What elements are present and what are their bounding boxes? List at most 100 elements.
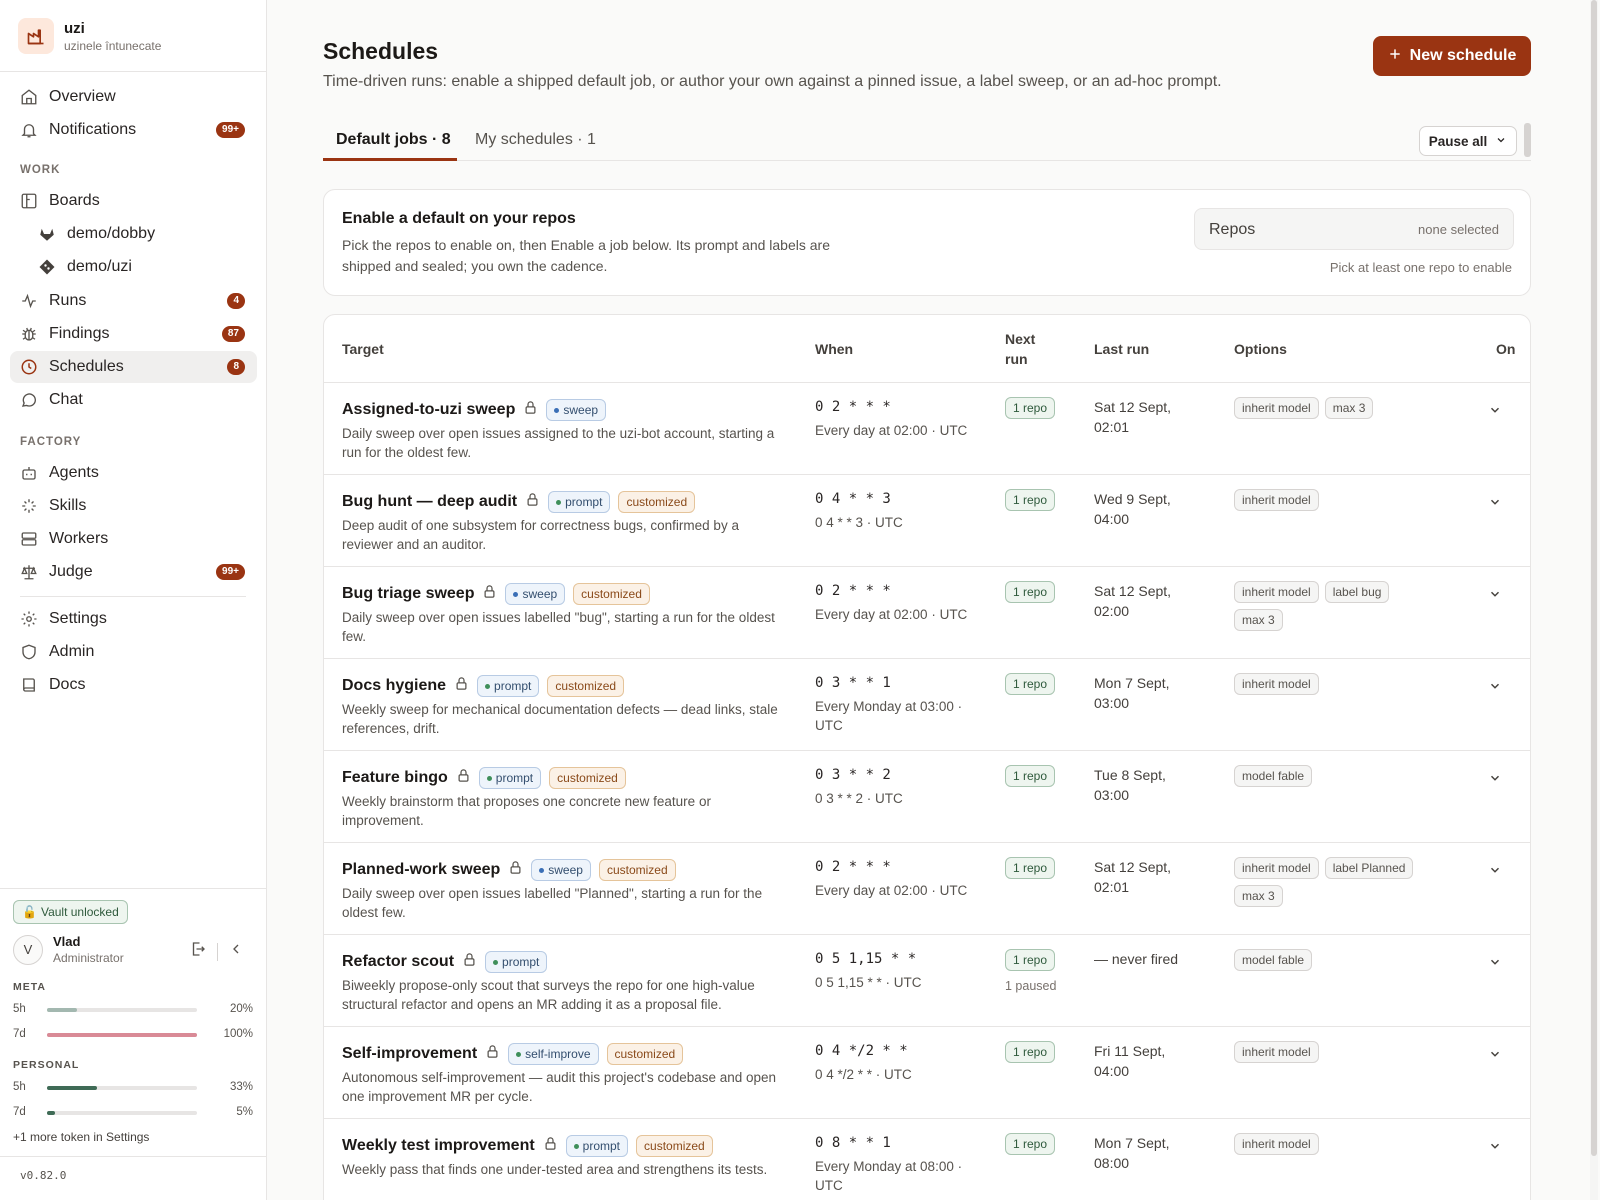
schedule-description: Weekly pass that finds one under-tested …: [342, 1162, 768, 1177]
repos-picker[interactable]: Repos none selected: [1194, 208, 1514, 250]
nav-schedules[interactable]: Schedules 8: [10, 351, 257, 383]
bug-icon: [20, 325, 38, 343]
nav-chat[interactable]: Chat: [10, 384, 257, 416]
schedule-name: Weekly test improvement: [342, 1137, 535, 1154]
lock-icon: [485, 1044, 500, 1064]
chevron-down-icon[interactable]: [1488, 495, 1502, 509]
chevron-down-icon[interactable]: [1488, 863, 1502, 877]
next-run-badge[interactable]: 1 repo: [1005, 1041, 1056, 1063]
next-run-badge[interactable]: 1 repo: [1005, 673, 1056, 695]
vault-status-badge[interactable]: 🔓 Vault unlocked: [13, 900, 128, 924]
nav-overview[interactable]: Overview: [10, 81, 257, 113]
nav-admin[interactable]: Admin: [10, 636, 257, 668]
section-work: WORK: [20, 164, 61, 176]
chevron-down-icon: [1495, 134, 1507, 149]
chevron-down-icon[interactable]: [1488, 1139, 1502, 1153]
options-list: inherit model: [1234, 489, 1434, 511]
table-row[interactable]: Self-improvement self-improve customized …: [324, 1026, 1530, 1118]
nav-board-dobby[interactable]: demo/dobby: [10, 218, 257, 250]
meter-value: 33%: [229, 1081, 253, 1093]
next-run-badge[interactable]: 1 repo: [1005, 1133, 1056, 1155]
factory-logo-icon: [18, 18, 54, 54]
collapse-sidebar-icon[interactable]: [228, 941, 244, 962]
nav-docs[interactable]: Docs: [10, 669, 257, 701]
table-row[interactable]: Feature bingo prompt customized Weekly br…: [324, 750, 1530, 842]
avatar[interactable]: V: [13, 934, 43, 965]
enable-default-card: Enable a default on your repos Pick the …: [323, 189, 1531, 296]
brand[interactable]: uzi uzinele întunecate: [18, 18, 161, 54]
scrollbar-thumb[interactable]: [1591, 0, 1597, 1156]
kind-label: prompt: [495, 771, 534, 785]
nav-board-uzi[interactable]: demo/uzi: [10, 251, 257, 283]
customized-badge: customized: [573, 583, 650, 605]
next-run-badge[interactable]: 1 repo: [1005, 397, 1056, 419]
schedule-description: Weekly sweep for mechanical documentatio…: [342, 702, 778, 736]
plus-icon: [1388, 47, 1402, 66]
nav-notifications[interactable]: Notifications 99+: [10, 114, 257, 146]
table-row[interactable]: Refactor scout prompt Biweekly propose-o…: [324, 934, 1530, 1026]
option-badge: inherit model: [1234, 1133, 1319, 1155]
nav-boards[interactable]: Boards: [10, 185, 257, 217]
divider: [0, 71, 266, 72]
schedule-description: Deep audit of one subsystem for correctn…: [342, 518, 739, 552]
cron-expression: 0 4 * * 3: [815, 491, 891, 507]
options-list: model fable: [1234, 765, 1434, 787]
meter-fill: [47, 1008, 77, 1012]
tabs-scrollbar[interactable]: [1524, 123, 1531, 157]
kind-badge: self-improve: [508, 1043, 599, 1065]
tab-my-schedules[interactable]: My schedules · 1: [475, 131, 596, 149]
last-run: Sat 12 Sept, 02:01: [1094, 399, 1172, 435]
table-row[interactable]: Docs hygiene prompt customized Weekly swe…: [324, 658, 1530, 750]
kind-badge: sweep: [505, 583, 566, 605]
nav-agents[interactable]: Agents: [10, 457, 257, 489]
user-profile: V Vlad Administrator: [13, 934, 253, 965]
page-scrollbar[interactable]: [1590, 0, 1598, 1200]
table-row[interactable]: Assigned-to-uzi sweep sweep Daily sweep …: [324, 382, 1530, 474]
next-run-badge[interactable]: 1 repo: [1005, 949, 1056, 971]
chevron-down-icon[interactable]: [1488, 403, 1502, 417]
table-row[interactable]: Bug triage sweep sweep customized Daily s…: [324, 566, 1530, 658]
next-run-badge[interactable]: 1 repo: [1005, 857, 1056, 879]
chevron-down-icon[interactable]: [1488, 587, 1502, 601]
kind-dot-icon: [513, 591, 519, 597]
meter-track: [47, 1086, 197, 1090]
active-tab-indicator: [323, 158, 457, 161]
next-run-badge[interactable]: 1 repo: [1005, 765, 1056, 787]
kind-label: prompt: [582, 1139, 621, 1153]
git-icon: [38, 258, 56, 276]
next-run-badge[interactable]: 1 repo: [1005, 489, 1056, 511]
chevron-down-icon[interactable]: [1488, 771, 1502, 785]
server-icon: [20, 530, 38, 548]
findings-badge: 87: [221, 326, 245, 342]
nav-settings[interactable]: Settings: [10, 603, 257, 635]
kind-label: sweep: [522, 587, 558, 601]
judge-badge: 99+: [216, 564, 245, 580]
logout-icon[interactable]: [189, 940, 207, 963]
more-tokens-link[interactable]: +1 more token in Settings: [13, 1130, 149, 1144]
nav-label: Admin: [49, 643, 95, 660]
column-header-options: Options: [1234, 341, 1287, 357]
kind-dot-icon: [539, 867, 545, 873]
kind-label: prompt: [494, 679, 532, 693]
option-badge: label bug: [1324, 581, 1390, 603]
tab-default-jobs[interactable]: Default jobs · 8: [336, 131, 451, 149]
nav-workers[interactable]: Workers: [10, 523, 257, 555]
nav-judge[interactable]: Judge 99+: [10, 556, 257, 588]
table-row[interactable]: Bug hunt — deep audit prompt customized D…: [324, 474, 1530, 566]
table-row[interactable]: Planned-work sweep sweep customized Daily…: [324, 842, 1530, 934]
new-schedule-button[interactable]: New schedule: [1373, 36, 1531, 76]
table-row[interactable]: Weekly test improvement prompt customized…: [324, 1118, 1530, 1200]
chevron-down-icon[interactable]: [1488, 679, 1502, 693]
nav-runs[interactable]: Runs 4: [10, 285, 257, 317]
paused-count: 1 paused: [1005, 979, 1057, 993]
next-run-badge[interactable]: 1 repo: [1005, 581, 1056, 603]
nav-label: demo/dobby: [67, 225, 156, 242]
chevron-down-icon[interactable]: [1488, 955, 1502, 969]
option-badge: inherit model: [1234, 1041, 1319, 1063]
nav-skills[interactable]: Skills: [10, 490, 257, 522]
pause-all-dropdown[interactable]: Pause all: [1419, 126, 1517, 156]
chevron-down-icon[interactable]: [1488, 1047, 1502, 1061]
meter-fill: [47, 1086, 97, 1090]
nav-label: Chat: [49, 391, 83, 408]
nav-findings[interactable]: Findings 87: [10, 318, 257, 350]
